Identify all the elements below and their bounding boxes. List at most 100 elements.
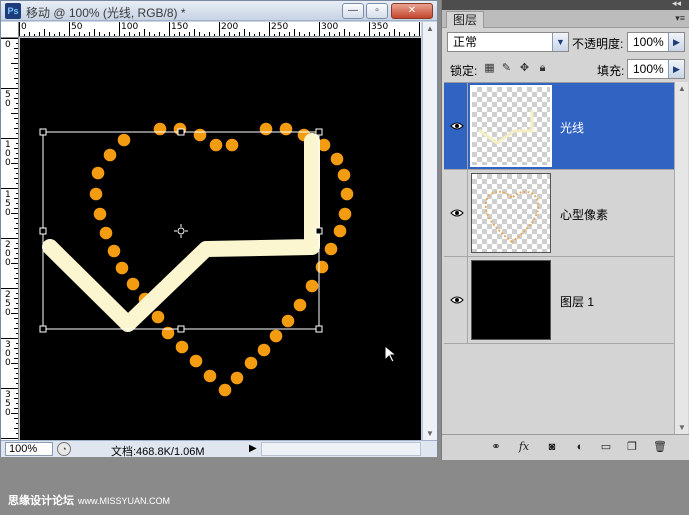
heart-dot: [279, 122, 293, 136]
tab-layers[interactable]: 图层: [446, 11, 485, 28]
ruler-v-label: 2 5 0: [5, 290, 11, 318]
document-title: 移动 @ 100% (光线, RGB/8) *: [26, 6, 186, 20]
eye-icon: [450, 122, 464, 130]
scroll-down-arrow-icon[interactable]: ▼: [677, 423, 687, 432]
horizontal-scrollbar[interactable]: [261, 442, 421, 456]
panel-menu-icon[interactable]: ▾≡: [675, 13, 685, 24]
visibility-toggle[interactable]: [446, 83, 468, 169]
scroll-up-arrow-icon[interactable]: ▲: [677, 84, 687, 93]
close-button[interactable]: ✕: [391, 3, 433, 19]
ruler-h-label: 150: [171, 22, 189, 32]
heart-dot: [126, 277, 140, 291]
layer-thumbnail[interactable]: [470, 85, 552, 167]
opacity-value: 100%: [633, 35, 664, 49]
lock-position-icon[interactable]: ✥: [518, 62, 531, 75]
zoom-field[interactable]: 100%: [5, 442, 53, 456]
trash-icon[interactable]: 🗑︎: [652, 440, 668, 454]
fill-value: 100%: [633, 62, 664, 76]
document-title-bar[interactable]: Ps 移动 @ 100% (光线, RGB/8) * — ▫ ✕: [1, 1, 437, 21]
ruler-v-label: 5 0: [5, 90, 11, 109]
transform-handle[interactable]: [315, 325, 323, 333]
horizontal-ruler[interactable]: 0 50 100 150 200 250 300 350: [19, 22, 421, 37]
new-layer-icon[interactable]: ❐: [624, 440, 640, 454]
layer-name[interactable]: 图层 1: [560, 293, 594, 310]
light-line-thumbnail-icon: [478, 109, 534, 145]
scroll-up-arrow-icon[interactable]: ▲: [425, 24, 435, 33]
heart-dot: [269, 329, 283, 343]
chevron-right-icon[interactable]: ▶: [668, 33, 684, 51]
transform-handle[interactable]: [315, 128, 323, 136]
heart-dot: [305, 279, 319, 293]
transform-handle[interactable]: [177, 325, 185, 333]
ruler-v-label: 3 5 0: [5, 390, 11, 418]
heart-dot: [91, 166, 105, 180]
collapse-panel-icon[interactable]: ◂◂: [672, 0, 681, 9]
lock-image-icon[interactable]: ✎: [500, 62, 513, 75]
watermark: 思缘设计论坛 www.MISSYUAN.COM: [8, 492, 170, 508]
maximize-button[interactable]: ▫: [366, 3, 388, 19]
opacity-field[interactable]: 100% ▶: [627, 32, 685, 52]
visibility-toggle[interactable]: [446, 257, 468, 343]
lock-label: 锁定:: [450, 64, 478, 78]
vertical-scrollbar[interactable]: ▲ ▼: [422, 22, 437, 440]
layer-thumbnail[interactable]: [471, 260, 551, 340]
visibility-toggle[interactable]: [446, 170, 468, 256]
heart-dot: [175, 340, 189, 354]
adjustment-icon[interactable]: ◐: [572, 440, 588, 454]
layer-name[interactable]: 心型像素: [560, 206, 608, 223]
lock-all-icon[interactable]: 🔒︎: [536, 62, 549, 75]
ruler-corner[interactable]: [1, 22, 19, 38]
blend-mode-select[interactable]: 正常 ▼: [447, 32, 569, 52]
minimize-button[interactable]: —: [342, 3, 364, 19]
transform-handle[interactable]: [39, 227, 47, 235]
layer-row-light[interactable]: 光线: [444, 83, 674, 170]
layer-name[interactable]: 光线: [560, 119, 584, 136]
layer-row-background[interactable]: 图层 1: [444, 257, 674, 344]
group-icon[interactable]: ▭: [598, 440, 614, 454]
light-line[interactable]: [42, 133, 320, 332]
ruler-h-label: 50: [71, 22, 83, 32]
heart-dot: [89, 187, 103, 201]
fill-field[interactable]: 100% ▶: [627, 59, 685, 79]
layer-row-heart[interactable]: 心型像素: [444, 170, 674, 257]
transform-handle[interactable]: [177, 128, 185, 136]
reference-point-icon[interactable]: [174, 224, 188, 238]
chevron-down-icon[interactable]: ▼: [552, 33, 568, 51]
document-window: Ps 移动 @ 100% (光线, RGB/8) * — ▫ ✕ 0 50 10…: [0, 0, 438, 458]
heart-dot: [117, 133, 131, 147]
ruler-v-label: 2 0 0: [5, 240, 11, 268]
document-size: 文档:468.8K/1.06M: [111, 446, 205, 458]
ruler-h-label: 100: [121, 22, 139, 32]
transform-handle[interactable]: [315, 227, 323, 235]
lock-transparent-icon[interactable]: ▦: [483, 62, 496, 75]
mask-icon[interactable]: ◙: [544, 440, 560, 454]
ruler-v-label: 0: [5, 40, 11, 50]
heart-dot: [115, 261, 129, 275]
transform-handle[interactable]: [39, 128, 47, 136]
transform-handles[interactable]: [39, 128, 323, 333]
link-icon[interactable]: ⚭: [488, 440, 504, 454]
photoshop-app-icon: Ps: [5, 3, 21, 19]
scroll-down-arrow-icon[interactable]: ▼: [425, 429, 435, 438]
layer-thumbnail[interactable]: [471, 173, 551, 253]
heart-dot: [338, 207, 352, 221]
heart-dot: [324, 242, 338, 256]
heart-dot: [107, 244, 121, 258]
layers-scrollbar[interactable]: ▲ ▼: [674, 82, 688, 434]
status-bar: 100% ◔ 文档:468.8K/1.06M ▶: [1, 440, 437, 458]
layers-list: 光线 心型像素 图层 1: [444, 82, 674, 344]
canvas[interactable]: [20, 38, 421, 440]
panel-bottom-toolbar: ⚭ fx ◙ ◐ ▭ ❐ 🗑︎: [442, 434, 689, 458]
layers-panel: ◂◂ 图层 ▾≡ 正常 ▼ 不透明度: 100% ▶ 锁定: ▦ ✎ ✥ 🔒︎ …: [441, 0, 689, 460]
canvas-artwork[interactable]: [20, 38, 421, 440]
heart-dot: [315, 260, 329, 274]
vertical-ruler[interactable]: 0 5 0 1 0 0 1 5 0 2 0 0 2 5 0 3 0 0 3 5 …: [1, 38, 19, 440]
transform-handle[interactable]: [39, 325, 47, 333]
status-menu-arrow-icon[interactable]: ▶: [249, 443, 257, 454]
chevron-right-icon[interactable]: ▶: [668, 60, 684, 78]
status-info-icon[interactable]: ◔: [57, 442, 71, 456]
ruler-h-label: 0: [21, 22, 27, 32]
transform-bounding-box[interactable]: [42, 131, 320, 330]
heart-dot: [189, 354, 203, 368]
fx-icon[interactable]: fx: [516, 440, 532, 454]
